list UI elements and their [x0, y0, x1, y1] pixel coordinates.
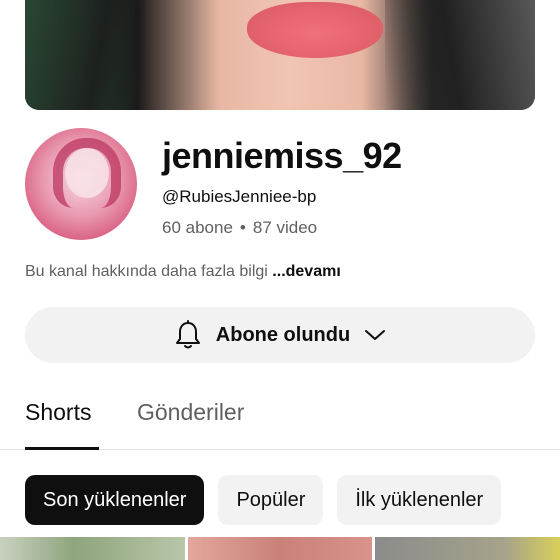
- chip-oldest[interactable]: İlk yüklenenler: [337, 475, 502, 525]
- shorts-grid: [0, 537, 560, 560]
- chip-popular[interactable]: Popüler: [218, 475, 324, 525]
- banner-hair-left: [25, 0, 145, 110]
- filter-chips: Son yüklenenler Popüler İlk yüklenenler: [25, 475, 502, 525]
- subscribed-label: Abone olundu: [215, 323, 351, 346]
- bell-icon: [174, 320, 202, 350]
- tab-posts[interactable]: Gönderiler: [137, 399, 244, 426]
- channel-tabs: Shorts Gönderiler: [0, 385, 560, 450]
- chevron-down-icon: [364, 328, 386, 342]
- avatar-face: [65, 148, 109, 198]
- short-thumbnail[interactable]: [187, 537, 373, 560]
- subscriber-count: 60 abone: [162, 218, 233, 237]
- stats-separator: •: [239, 218, 246, 237]
- subscribed-button[interactable]: Abone olundu: [25, 307, 535, 363]
- channel-handle: @RubiesJenniee-bp: [162, 187, 317, 206]
- about-more-link[interactable]: ...devamı: [272, 263, 340, 280]
- video-count: 87 video: [252, 218, 318, 237]
- active-tab-indicator: [25, 447, 99, 450]
- about-text: Bu kanal hakkında daha fazla bilgi: [25, 263, 268, 280]
- channel-stats: 60 abone • 87 video: [162, 218, 317, 238]
- banner-hair-right: [385, 0, 535, 110]
- banner-lips: [247, 2, 383, 58]
- tab-shorts[interactable]: Shorts: [25, 399, 91, 426]
- channel-avatar[interactable]: [25, 128, 137, 240]
- short-thumbnail[interactable]: [0, 537, 185, 560]
- channel-banner: [25, 0, 535, 110]
- channel-name: jenniemiss_92: [162, 135, 402, 176]
- short-thumbnail[interactable]: [375, 537, 560, 560]
- channel-about[interactable]: Bu kanal hakkında daha fazla bilgi ...de…: [25, 263, 341, 281]
- chip-latest[interactable]: Son yüklenenler: [25, 475, 205, 525]
